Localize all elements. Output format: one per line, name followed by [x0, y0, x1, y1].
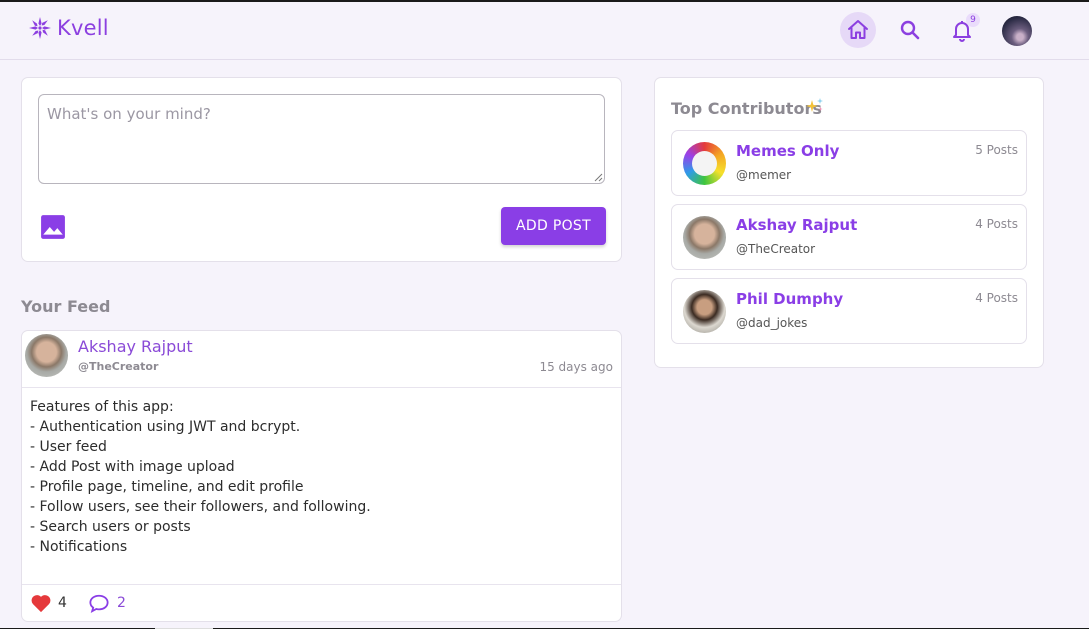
contributors-title: Top Contributors [671, 99, 822, 118]
post-body: Features of this app: - Authentication u… [30, 399, 371, 555]
contributor-name: Akshay Rajput [736, 216, 858, 234]
post-author-handle: @TheCreator [78, 360, 159, 373]
home-icon [848, 20, 868, 39]
like-count: 4 [58, 595, 67, 611]
post-card: Akshay Rajput @TheCreator 15 days ago Fe… [21, 330, 622, 622]
home-button[interactable] [840, 12, 876, 48]
contributor-item[interactable]: Memes Only @memer 5 Posts [671, 130, 1027, 196]
contributor-handle: @dad_jokes [736, 316, 808, 330]
top-nav-bar: Kvell 9 [0, 2, 1089, 60]
image-icon[interactable] [40, 214, 66, 240]
contributor-item[interactable]: Phil Dumphy @dad_jokes 4 Posts [671, 278, 1027, 344]
contributor-name: Memes Only [736, 142, 840, 160]
snowflake-logo-icon [29, 17, 51, 39]
divider [22, 584, 621, 585]
contributor-post-count: 4 Posts [975, 217, 1018, 231]
post-author-avatar[interactable] [25, 334, 68, 377]
contributor-handle: @TheCreator [736, 242, 816, 256]
resize-grip-icon[interactable] [593, 172, 603, 182]
feed-title: Your Feed [21, 297, 111, 316]
brand[interactable]: Kvell [28, 16, 109, 40]
contributor-post-count: 5 Posts [975, 143, 1018, 157]
post-author-name[interactable]: Akshay Rajput [78, 337, 193, 356]
create-post-card: ADD POST [21, 77, 622, 262]
notification-count-badge: 9 [966, 13, 980, 27]
contributor-post-count: 4 Posts [975, 291, 1018, 305]
contributor-name: Phil Dumphy [736, 290, 844, 308]
contributor-handle: @memer [736, 168, 792, 182]
contributor-avatar [683, 216, 726, 259]
divider [22, 387, 621, 388]
comment-count: 2 [117, 595, 126, 611]
post-timestamp: 15 days ago [539, 360, 613, 374]
contributor-item[interactable]: Akshay Rajput @TheCreator 4 Posts [671, 204, 1027, 270]
user-avatar[interactable] [1002, 16, 1032, 46]
add-post-button[interactable]: ADD POST [501, 207, 606, 245]
search-icon [900, 20, 920, 40]
comment-icon[interactable] [88, 593, 110, 613]
sparkles-icon [806, 98, 823, 112]
contributor-avatar [683, 290, 726, 333]
search-button[interactable] [892, 12, 928, 48]
heart-icon[interactable] [30, 593, 52, 613]
top-contributors-card: Top Contributors Memes Only @memer 5 Pos… [654, 77, 1044, 368]
contributor-avatar [683, 142, 726, 185]
post-input[interactable] [38, 94, 605, 184]
brand-name: Kvell [57, 16, 109, 40]
